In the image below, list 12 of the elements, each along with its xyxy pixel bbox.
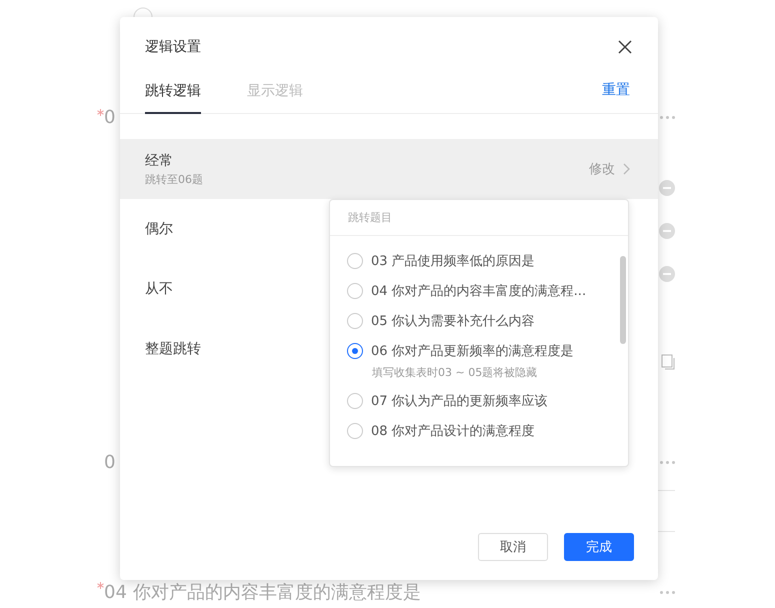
rule-label: 从不 — [145, 280, 173, 298]
option-hint: 填写收集表时03 ~ 05题将被隐藏 — [372, 365, 538, 380]
question-number: 0 — [104, 106, 116, 128]
question-number: 0 — [104, 452, 116, 472]
rule-label: 偶尔 — [145, 220, 173, 238]
question-title: 你对产品的内容丰富度的满意程度是 — [132, 581, 421, 604]
dropdown-header: 跳转题目 — [330, 200, 628, 236]
dialog-title: 逻辑设置 — [145, 38, 201, 56]
rule-label: 整题跳转 — [145, 340, 201, 358]
rule-detail: 跳转至06题 — [145, 172, 203, 186]
rule-label: 经常 — [145, 152, 174, 170]
question-number: 04 — [104, 582, 127, 602]
